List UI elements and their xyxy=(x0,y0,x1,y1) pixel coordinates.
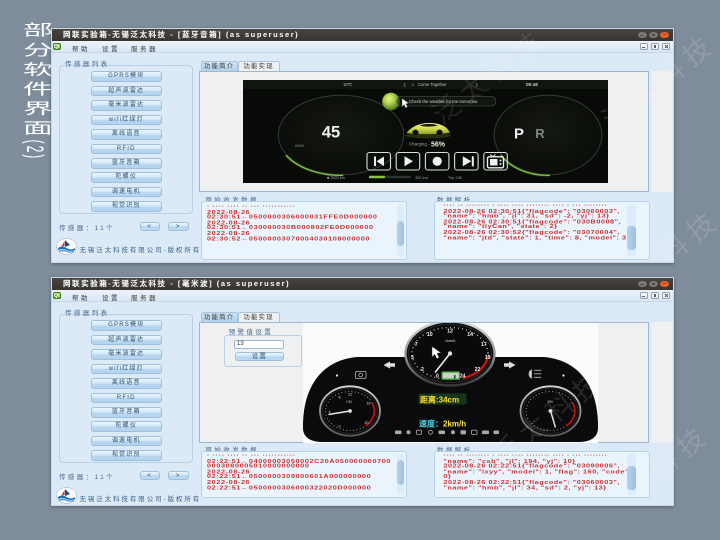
svg-text:速度：2km/h: 速度：2km/h xyxy=(419,418,466,428)
svg-text:KM/H: KM/H xyxy=(295,144,304,148)
svg-text:距离:34cm: 距离:34cm xyxy=(420,394,459,404)
svg-text:10: 10 xyxy=(427,332,433,338)
svg-text:14: 14 xyxy=(467,332,473,338)
svg-text:Trip 23K: Trip 23K xyxy=(448,176,463,180)
svg-text:4: 4 xyxy=(328,410,330,414)
svg-text:12: 12 xyxy=(447,328,453,334)
svg-text:17: 17 xyxy=(481,342,487,348)
svg-text:Charging -: Charging - xyxy=(409,141,430,146)
svg-text:5: 5 xyxy=(411,355,414,361)
svg-text:12: 12 xyxy=(348,392,352,396)
svg-text:❮: ❮ xyxy=(403,82,407,87)
svg-text:19: 19 xyxy=(485,355,491,361)
svg-text:❯: ❯ xyxy=(475,82,479,87)
svg-text:22: 22 xyxy=(475,367,481,373)
svg-text:■ 2523 km: ■ 2523 km xyxy=(327,176,345,180)
svg-text:P: P xyxy=(513,125,523,142)
svg-text:♫: ♫ xyxy=(411,82,414,87)
svg-text:0: 0 xyxy=(436,373,439,379)
svg-text:Check the weather for me tomor: Check the weather for me tomorrow xyxy=(409,99,478,104)
svg-text:8: 8 xyxy=(338,395,340,399)
svg-text:CM: CM xyxy=(346,400,351,404)
svg-text:R: R xyxy=(535,126,545,141)
svg-text:×km/h: ×km/h xyxy=(444,338,455,343)
svg-text:7: 7 xyxy=(415,342,418,348)
svg-text:2: 2 xyxy=(421,367,424,373)
svg-text:Come Together: Come Together xyxy=(418,82,447,87)
svg-text:18℃: 18℃ xyxy=(343,82,353,87)
svg-text:24: 24 xyxy=(460,373,466,379)
svg-text:56%: 56% xyxy=(431,141,446,148)
svg-text:KM: KM xyxy=(547,400,552,404)
svg-text:09:48: 09:48 xyxy=(526,82,538,87)
svg-text:45: 45 xyxy=(321,123,339,141)
svg-text:16: 16 xyxy=(366,401,370,405)
svg-text:30E km: 30E km xyxy=(415,176,428,180)
svg-text:0: 0 xyxy=(338,424,340,428)
svg-text:20: 20 xyxy=(364,421,368,425)
